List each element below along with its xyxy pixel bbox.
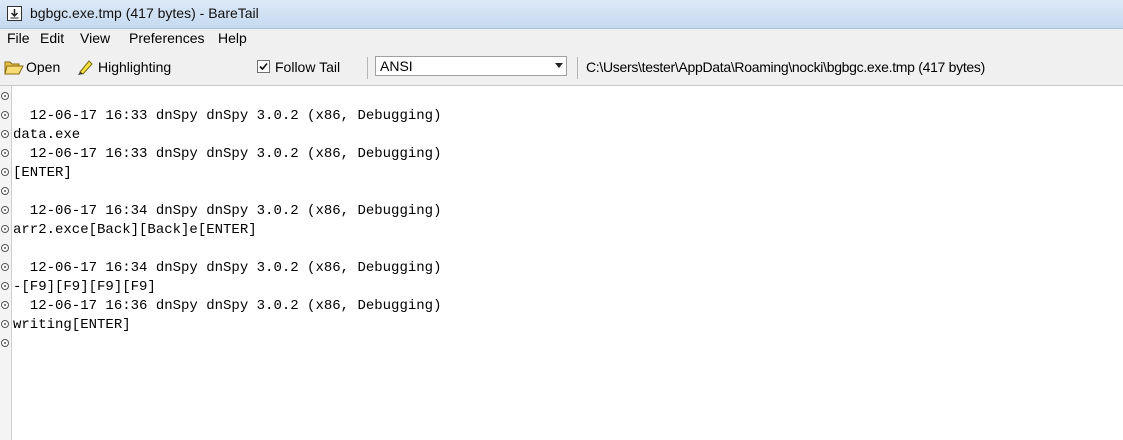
line-marker-icon[interactable]	[1, 301, 9, 309]
line-marker-icon[interactable]	[1, 111, 9, 119]
log-line: 12-06-17 16:33 dnSpy dnSpy 3.0.2 (x86, D…	[13, 108, 442, 124]
log-view[interactable]: 12-06-17 16:33 dnSpy dnSpy 3.0.2 (x86, D…	[0, 86, 1123, 440]
menu-preferences[interactable]: Preferences	[129, 30, 204, 46]
toolbar-separator	[577, 57, 578, 79]
log-line: 12-06-17 16:36 dnSpy dnSpy 3.0.2 (x86, D…	[13, 298, 442, 314]
highlighter-icon	[78, 60, 93, 75]
follow-tail-label: Follow Tail	[275, 59, 341, 75]
open-label: Open	[26, 59, 61, 75]
log-line: 12-06-17 16:33 dnSpy dnSpy 3.0.2 (x86, D…	[13, 146, 442, 162]
app-icon	[7, 6, 22, 21]
line-marker-icon[interactable]	[1, 225, 9, 233]
file-path: C:\Users\tester\AppData\Roaming\nocki\bg…	[586, 59, 985, 75]
window-title: bgbgc.exe.tmp (417 bytes) - BareTail	[30, 5, 259, 21]
line-marker-icon[interactable]	[1, 339, 9, 347]
menu-view[interactable]: View	[80, 30, 110, 46]
checkmark-icon	[259, 62, 268, 71]
chevron-down-icon[interactable]	[555, 63, 563, 68]
menu-bar: File Edit View Preferences Help	[0, 29, 1123, 49]
line-marker-icon[interactable]	[1, 187, 9, 195]
line-marker-icon[interactable]	[1, 263, 9, 271]
log-line: 12-06-17 16:34 dnSpy dnSpy 3.0.2 (x86, D…	[13, 260, 442, 276]
log-line: 12-06-17 16:34 dnSpy dnSpy 3.0.2 (x86, D…	[13, 203, 442, 219]
follow-tail-check[interactable]	[257, 60, 270, 73]
title-bar: bgbgc.exe.tmp (417 bytes) - BareTail	[0, 0, 1123, 29]
menu-file[interactable]: File	[7, 30, 30, 46]
line-marker-icon[interactable]	[1, 282, 9, 290]
encoding-select[interactable]: ANSI	[375, 56, 567, 76]
toolbar-separator	[367, 57, 368, 79]
line-marker-icon[interactable]	[1, 168, 9, 176]
line-marker-icon[interactable]	[1, 206, 9, 214]
line-marker-icon[interactable]	[1, 130, 9, 138]
folder-open-icon	[4, 61, 24, 75]
log-line: data.exe	[13, 127, 81, 143]
toolbar: Open Highlighting Follow Tail ANSI C:\Us…	[0, 49, 1123, 86]
highlighting-label: Highlighting	[98, 59, 172, 75]
menu-help[interactable]: Help	[218, 30, 247, 46]
log-line: [ENTER]	[13, 165, 72, 181]
menu-edit[interactable]: Edit	[40, 30, 64, 46]
line-marker-icon[interactable]	[1, 92, 9, 100]
log-line: arr2.exce[Back][Back]e[ENTER]	[13, 222, 257, 238]
line-marker-icon[interactable]	[1, 320, 9, 328]
line-marker-icon[interactable]	[1, 149, 9, 157]
line-gutter	[0, 86, 12, 440]
line-marker-icon[interactable]	[1, 244, 9, 252]
log-line: -[F9][F9][F9][F9]	[13, 279, 156, 295]
encoding-value: ANSI	[380, 58, 413, 74]
log-line: writing[ENTER]	[13, 317, 131, 333]
